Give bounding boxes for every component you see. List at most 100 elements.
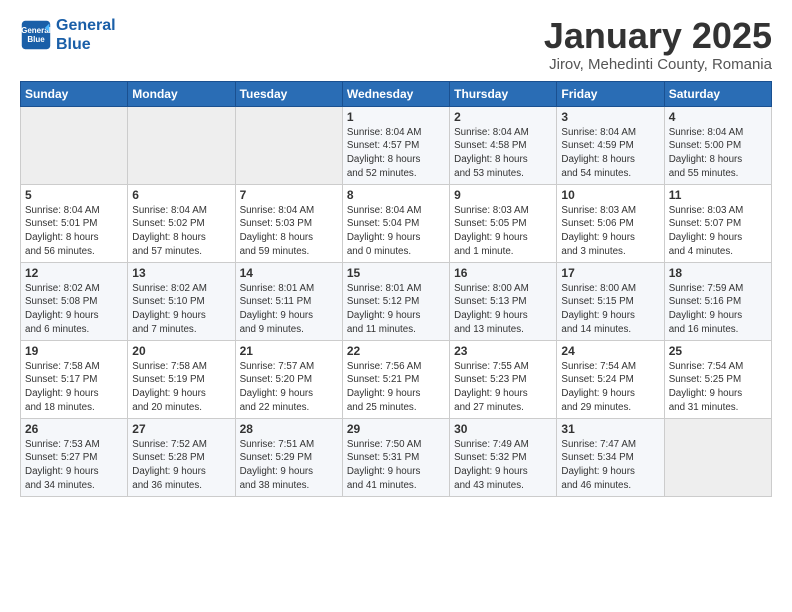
calendar-cell: 13 Sunrise: 8:02 AM Sunset: 5:10 PM Dayli… bbox=[128, 262, 235, 340]
calendar-cell bbox=[128, 106, 235, 184]
svg-text:Blue: Blue bbox=[27, 35, 45, 44]
day-info: Sunrise: 7:53 AM Sunset: 5:27 PM Dayligh… bbox=[25, 438, 123, 493]
day-info: Sunrise: 8:04 AM Sunset: 5:03 PM Dayligh… bbox=[240, 204, 338, 259]
calendar-cell bbox=[21, 106, 128, 184]
day-info: Sunrise: 7:47 AM Sunset: 5:34 PM Dayligh… bbox=[561, 438, 659, 493]
calendar-cell: 6 Sunrise: 8:04 AM Sunset: 5:02 PM Daylig… bbox=[128, 184, 235, 262]
day-number: 9 bbox=[454, 188, 552, 202]
col-thursday: Thursday bbox=[450, 81, 557, 106]
day-number: 19 bbox=[25, 344, 123, 358]
day-number: 6 bbox=[132, 188, 230, 202]
day-number: 3 bbox=[561, 110, 659, 124]
day-number: 18 bbox=[669, 266, 767, 280]
day-number: 17 bbox=[561, 266, 659, 280]
calendar-cell: 26 Sunrise: 7:53 AM Sunset: 5:27 PM Dayli… bbox=[21, 418, 128, 496]
day-info: Sunrise: 7:50 AM Sunset: 5:31 PM Dayligh… bbox=[347, 438, 445, 493]
calendar-title: January 2025 bbox=[544, 16, 772, 56]
day-info: Sunrise: 8:02 AM Sunset: 5:08 PM Dayligh… bbox=[25, 282, 123, 337]
day-info: Sunrise: 8:04 AM Sunset: 5:02 PM Dayligh… bbox=[132, 204, 230, 259]
calendar-cell: 11 Sunrise: 8:03 AM Sunset: 5:07 PM Dayli… bbox=[664, 184, 771, 262]
day-number: 11 bbox=[669, 188, 767, 202]
day-info: Sunrise: 8:00 AM Sunset: 5:15 PM Dayligh… bbox=[561, 282, 659, 337]
title-block: January 2025 Jirov, Mehedinti County, Ro… bbox=[544, 16, 772, 73]
day-number: 22 bbox=[347, 344, 445, 358]
calendar-cell: 24Sunrise: 7:54 AM Sunset: 5:24 PM Dayli… bbox=[557, 340, 664, 418]
day-number: 5 bbox=[25, 188, 123, 202]
calendar-cell: 17 Sunrise: 8:00 AM Sunset: 5:15 PM Dayli… bbox=[557, 262, 664, 340]
day-number: 16 bbox=[454, 266, 552, 280]
col-tuesday: Tuesday bbox=[235, 81, 342, 106]
calendar-cell: 8Sunrise: 8:04 AM Sunset: 5:04 PM Daylig… bbox=[342, 184, 449, 262]
day-info: Sunrise: 8:03 AM Sunset: 5:05 PM Dayligh… bbox=[454, 204, 552, 259]
logo: General Blue General Blue bbox=[20, 16, 116, 54]
calendar-cell: 5 Sunrise: 8:04 AM Sunset: 5:01 PM Daylig… bbox=[21, 184, 128, 262]
day-info: Sunrise: 7:59 AM Sunset: 5:16 PM Dayligh… bbox=[669, 282, 767, 337]
day-number: 7 bbox=[240, 188, 338, 202]
calendar-cell: 19 Sunrise: 7:58 AM Sunset: 5:17 PM Dayli… bbox=[21, 340, 128, 418]
day-info: Sunrise: 8:04 AM Sunset: 4:58 PM Dayligh… bbox=[454, 126, 552, 181]
day-info: Sunrise: 8:00 AM Sunset: 5:13 PM Dayligh… bbox=[454, 282, 552, 337]
day-info: Sunrise: 7:55 AM Sunset: 5:23 PM Dayligh… bbox=[454, 360, 552, 415]
day-number: 8 bbox=[347, 188, 445, 202]
calendar-week-1: 1Sunrise: 8:04 AM Sunset: 4:57 PM Daylig… bbox=[21, 106, 772, 184]
day-info: Sunrise: 7:51 AM Sunset: 5:29 PM Dayligh… bbox=[240, 438, 338, 493]
calendar-cell: 18 Sunrise: 7:59 AM Sunset: 5:16 PM Dayli… bbox=[664, 262, 771, 340]
page-container: General Blue General Blue January 2025 J… bbox=[0, 0, 792, 507]
day-info: Sunrise: 8:04 AM Sunset: 5:01 PM Dayligh… bbox=[25, 204, 123, 259]
calendar-cell: 2Sunrise: 8:04 AM Sunset: 4:58 PM Daylig… bbox=[450, 106, 557, 184]
calendar-subtitle: Jirov, Mehedinti County, Romania bbox=[544, 56, 772, 73]
calendar-cell: 28 Sunrise: 7:51 AM Sunset: 5:29 PM Dayli… bbox=[235, 418, 342, 496]
day-number: 24 bbox=[561, 344, 659, 358]
day-info: Sunrise: 8:04 AM Sunset: 5:00 PM Dayligh… bbox=[669, 126, 767, 181]
calendar-cell: 23Sunrise: 7:55 AM Sunset: 5:23 PM Dayli… bbox=[450, 340, 557, 418]
calendar-cell: 14 Sunrise: 8:01 AM Sunset: 5:11 PM Dayli… bbox=[235, 262, 342, 340]
day-number: 26 bbox=[25, 422, 123, 436]
calendar-cell: 31 Sunrise: 7:47 AM Sunset: 5:34 PM Dayli… bbox=[557, 418, 664, 496]
col-wednesday: Wednesday bbox=[342, 81, 449, 106]
calendar-week-5: 26 Sunrise: 7:53 AM Sunset: 5:27 PM Dayli… bbox=[21, 418, 772, 496]
calendar-header: Sunday Monday Tuesday Wednesday Thursday… bbox=[21, 81, 772, 106]
logo-text: General Blue bbox=[56, 16, 116, 54]
calendar-cell: 7 Sunrise: 8:04 AM Sunset: 5:03 PM Daylig… bbox=[235, 184, 342, 262]
calendar-week-2: 5 Sunrise: 8:04 AM Sunset: 5:01 PM Daylig… bbox=[21, 184, 772, 262]
day-number: 13 bbox=[132, 266, 230, 280]
day-info: Sunrise: 7:52 AM Sunset: 5:28 PM Dayligh… bbox=[132, 438, 230, 493]
day-info: Sunrise: 7:58 AM Sunset: 5:17 PM Dayligh… bbox=[25, 360, 123, 415]
day-info: Sunrise: 8:02 AM Sunset: 5:10 PM Dayligh… bbox=[132, 282, 230, 337]
day-number: 27 bbox=[132, 422, 230, 436]
day-info: Sunrise: 8:03 AM Sunset: 5:06 PM Dayligh… bbox=[561, 204, 659, 259]
day-info: Sunrise: 7:58 AM Sunset: 5:19 PM Dayligh… bbox=[132, 360, 230, 415]
calendar-cell: 1Sunrise: 8:04 AM Sunset: 4:57 PM Daylig… bbox=[342, 106, 449, 184]
header-row: Sunday Monday Tuesday Wednesday Thursday… bbox=[21, 81, 772, 106]
logo-icon: General Blue bbox=[20, 19, 52, 51]
day-number: 30 bbox=[454, 422, 552, 436]
day-number: 14 bbox=[240, 266, 338, 280]
calendar-cell: 3Sunrise: 8:04 AM Sunset: 4:59 PM Daylig… bbox=[557, 106, 664, 184]
day-info: Sunrise: 8:03 AM Sunset: 5:07 PM Dayligh… bbox=[669, 204, 767, 259]
day-info: Sunrise: 8:01 AM Sunset: 5:11 PM Dayligh… bbox=[240, 282, 338, 337]
day-number: 10 bbox=[561, 188, 659, 202]
calendar-cell: 4Sunrise: 8:04 AM Sunset: 5:00 PM Daylig… bbox=[664, 106, 771, 184]
calendar-table: Sunday Monday Tuesday Wednesday Thursday… bbox=[20, 81, 772, 497]
day-number: 29 bbox=[347, 422, 445, 436]
col-monday: Monday bbox=[128, 81, 235, 106]
day-number: 20 bbox=[132, 344, 230, 358]
calendar-cell: 15Sunrise: 8:01 AM Sunset: 5:12 PM Dayli… bbox=[342, 262, 449, 340]
day-number: 31 bbox=[561, 422, 659, 436]
calendar-cell: 25Sunrise: 7:54 AM Sunset: 5:25 PM Dayli… bbox=[664, 340, 771, 418]
day-number: 21 bbox=[240, 344, 338, 358]
calendar-cell bbox=[235, 106, 342, 184]
day-info: Sunrise: 8:01 AM Sunset: 5:12 PM Dayligh… bbox=[347, 282, 445, 337]
calendar-body: 1Sunrise: 8:04 AM Sunset: 4:57 PM Daylig… bbox=[21, 106, 772, 496]
calendar-cell: 9 Sunrise: 8:03 AM Sunset: 5:05 PM Daylig… bbox=[450, 184, 557, 262]
calendar-cell: 20 Sunrise: 7:58 AM Sunset: 5:19 PM Dayli… bbox=[128, 340, 235, 418]
day-info: Sunrise: 7:49 AM Sunset: 5:32 PM Dayligh… bbox=[454, 438, 552, 493]
col-friday: Friday bbox=[557, 81, 664, 106]
day-info: Sunrise: 7:57 AM Sunset: 5:20 PM Dayligh… bbox=[240, 360, 338, 415]
calendar-cell: 16 Sunrise: 8:00 AM Sunset: 5:13 PM Dayli… bbox=[450, 262, 557, 340]
day-number: 28 bbox=[240, 422, 338, 436]
calendar-week-3: 12Sunrise: 8:02 AM Sunset: 5:08 PM Dayli… bbox=[21, 262, 772, 340]
day-number: 1 bbox=[347, 110, 445, 124]
col-sunday: Sunday bbox=[21, 81, 128, 106]
calendar-cell: 27 Sunrise: 7:52 AM Sunset: 5:28 PM Dayli… bbox=[128, 418, 235, 496]
